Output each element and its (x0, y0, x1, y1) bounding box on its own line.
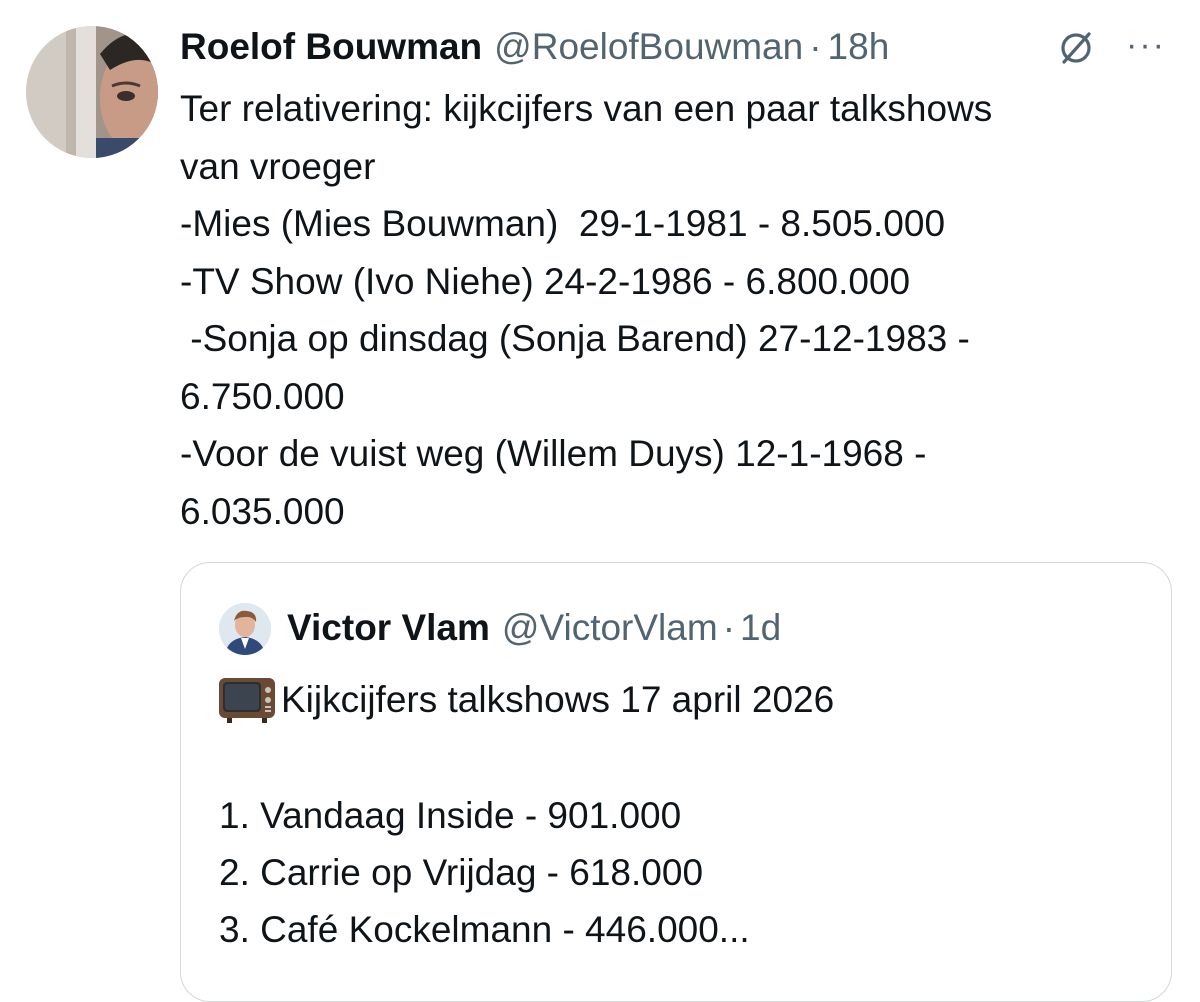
quoted-tweet-header: Victor Vlam @VictorVlam · 1d (287, 605, 781, 651)
more-horizontal-icon[interactable]: ··· (1126, 28, 1170, 66)
tweet-text: Ter relativering: kijkcijfers van een pa… (180, 80, 1180, 540)
tweet-text-line: Ter relativering: kijkcijfers van een pa… (180, 88, 993, 129)
quoted-author-handle[interactable]: @VictorVlam (502, 607, 718, 649)
tweet-text-line: -Mies (Mies Bouwman) 29-1-1981 - 8.505.0… (180, 203, 946, 244)
author-name[interactable]: Roelof Bouwman (180, 26, 482, 68)
author-avatar[interactable] (26, 26, 158, 158)
list-item: 2. Carrie op Vrijdag - 618.000 (219, 852, 704, 893)
tweet-text-line: -Sonja op dinsdag (Sonja Barend) 27-12-1… (180, 318, 970, 359)
quoted-tweet-title-row: Kijkcijfers talkshows 17 april 2026 (217, 675, 834, 725)
television-icon (217, 676, 277, 724)
tweet-timestamp[interactable]: 18h (828, 26, 890, 68)
tweet[interactable]: Roelof Bouwman @RoelofBouwman · 18h ··· … (0, 0, 1200, 1002)
tweet-text-line: -TV Show (Ivo Niehe) 24-2-1986 - 6.800.0… (180, 260, 911, 302)
quoted-tweet-list: 1. Vandaag Inside - 901.000 2. Carrie op… (219, 787, 750, 958)
tweet-text-line: van vroeger (180, 145, 376, 187)
author-handle[interactable]: @RoelofBouwman (494, 26, 803, 68)
separator-dot: · (722, 607, 736, 648)
list-item: 1. Vandaag Inside - 901.000 (219, 795, 682, 836)
list-item: 3. Café Kockelmann - 446.000... (219, 909, 750, 950)
quoted-author-name[interactable]: Victor Vlam (287, 607, 490, 649)
grok-icon[interactable] (1056, 28, 1096, 68)
quoted-tweet[interactable]: Victor Vlam @VictorVlam · 1d Kijkcijfers… (180, 562, 1172, 1002)
quoted-tweet-title: Kijkcijfers talkshows 17 april 2026 (281, 679, 835, 720)
quoted-author-avatar[interactable] (219, 603, 271, 655)
tweet-header: Roelof Bouwman @RoelofBouwman · 18h (180, 24, 889, 70)
quoted-tweet-timestamp[interactable]: 1d (740, 607, 781, 649)
separator-dot: · (809, 26, 822, 67)
tweet-text-line: 6.750.000 (180, 375, 345, 417)
tweet-text-line: -Voor de vuist weg (Willem Duys) 12-1-19… (180, 433, 927, 474)
tweet-text-line: 6.035.000 (180, 490, 345, 532)
